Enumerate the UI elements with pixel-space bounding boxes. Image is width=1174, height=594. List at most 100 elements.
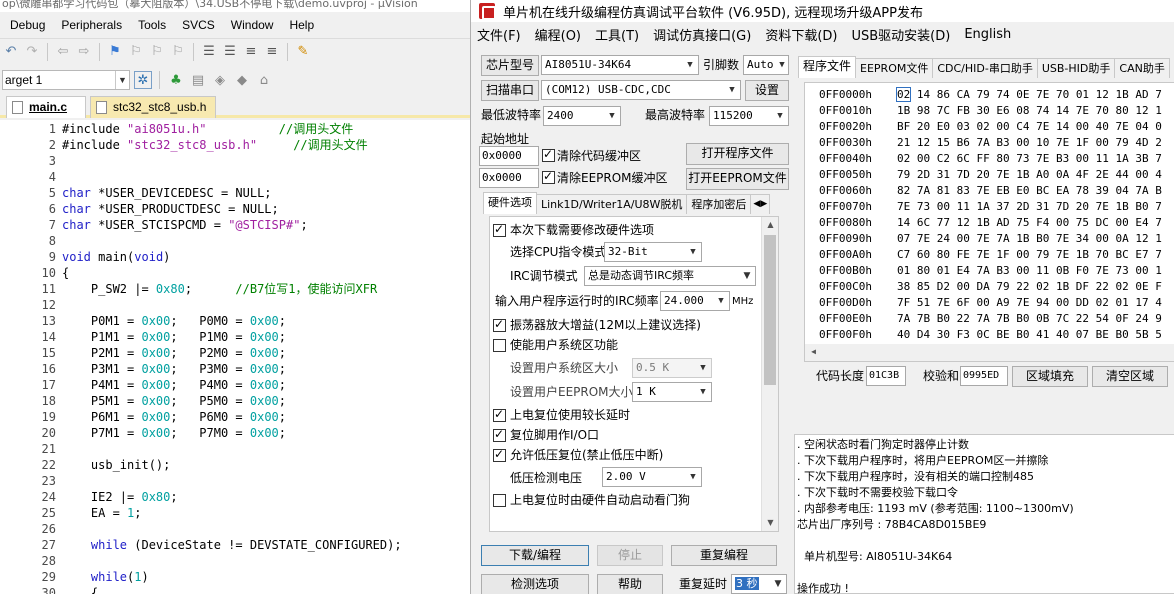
lvd-select[interactable]: 2.00 V ▼ <box>602 467 702 487</box>
chevron-down-icon[interactable]: ▼ <box>685 468 701 486</box>
download-program-button[interactable]: 下载/编程 <box>481 545 589 566</box>
help-button[interactable]: 帮助 <box>597 574 663 594</box>
lvr-checkbox[interactable] <box>493 447 506 462</box>
hex-viewer[interactable]: 0FF0000h 02 14 86 CA 79 74 0E 7E 70 01 12… <box>804 82 1174 362</box>
components-icon[interactable]: ◈ <box>211 71 229 89</box>
menu-window[interactable]: Window <box>223 18 282 32</box>
chevron-down-icon[interactable]: ▼ <box>115 71 129 89</box>
tab-scroll-arrows[interactable]: ◀▶ <box>750 194 771 214</box>
tab-cdc-hid-serial[interactable]: CDC/HID-串口助手 <box>932 58 1038 78</box>
port-settings-button[interactable]: 设置 <box>745 80 789 101</box>
menu-downloads[interactable]: 资料下载(D) <box>758 25 844 44</box>
menu-svcs[interactable]: SVCS <box>174 18 223 32</box>
bookmark-prev-icon[interactable]: ⚐ <box>127 43 145 61</box>
tab-hardware-options[interactable]: 硬件选项 <box>483 192 537 214</box>
tab-offline-writer[interactable]: Link1D/Writer1A/U8W脱机 <box>536 194 688 214</box>
detect-options-button[interactable]: 检测选项 <box>481 574 589 594</box>
menu-tools[interactable]: 工具(T) <box>588 25 646 44</box>
min-baud-select[interactable]: 2400 ▼ <box>543 106 621 126</box>
open-program-file-button[interactable]: 打开程序文件 <box>686 143 789 165</box>
menu-peripherals[interactable]: Peripherals <box>53 18 130 32</box>
stop-button[interactable]: 停止 <box>597 545 663 566</box>
chevron-down-icon[interactable]: ▼ <box>713 292 729 310</box>
chevron-down-icon[interactable]: ▼ <box>604 107 620 125</box>
repeat-delay-select[interactable]: 3 秒 ▼ <box>731 574 787 594</box>
pack-installer-icon[interactable]: ◆ <box>233 71 251 89</box>
scroll-left-icon[interactable]: ◀ <box>805 344 822 360</box>
tab-stc32-header[interactable]: stc32_stc8_usb.h <box>90 96 216 118</box>
osc-gain-checkbox[interactable] <box>493 317 506 332</box>
chevron-down-icon[interactable]: ▼ <box>695 383 711 401</box>
menu-debug[interactable]: Debug <box>0 18 53 32</box>
target-select[interactable]: arget 1 ▼ <box>2 70 130 90</box>
menu-debug-interface[interactable]: 调试仿真接口(G) <box>646 25 758 44</box>
tab-program-file[interactable]: 程序文件 <box>798 56 857 78</box>
code-editor[interactable]: 1 2 3 4 5 6 7 8 9 10 11 12 13 14 15 16 17 18 19 20 21 22 23 24 2… <box>0 120 470 594</box>
chevron-down-icon[interactable]: ▼ <box>739 267 755 285</box>
reset-pin-io-checkbox[interactable] <box>493 427 506 442</box>
hex-hscrollbar[interactable]: ◀ <box>805 344 1174 361</box>
tab-can[interactable]: CAN助手 <box>1114 58 1170 78</box>
manage-project-icon[interactable]: ♣ <box>167 71 185 89</box>
irc-mode-select[interactable]: 总是动态调节IRC频率 ▼ <box>584 266 756 286</box>
chip-model-button[interactable]: 芯片型号 <box>481 55 539 76</box>
open-eeprom-file-button[interactable]: 打开EEPROM文件 <box>686 168 789 190</box>
undo-icon[interactable]: ↶ <box>2 43 20 61</box>
pin-count-select[interactable]: Auto ▼ <box>743 55 789 75</box>
eeprom-size-select[interactable]: 1 K ▼ <box>632 382 712 402</box>
scroll-up-icon[interactable]: ▲ <box>762 217 779 233</box>
menu-file[interactable]: 文件(F) <box>471 25 528 44</box>
eeprom-start-addr-input[interactable]: 0x0000 <box>479 168 539 188</box>
chevron-down-icon[interactable]: ▼ <box>682 56 698 74</box>
sys-area-size-select[interactable]: 0.5 K ▼ <box>632 358 712 378</box>
nav-back-icon[interactable]: ⇦ <box>54 43 72 61</box>
menu-program[interactable]: 编程(O) <box>528 25 588 44</box>
menu-help[interactable]: Help <box>281 18 322 32</box>
tab-eeprom-file[interactable]: EEPROM文件 <box>855 58 934 78</box>
menu-english[interactable]: English <box>957 27 1018 42</box>
scan-port-button[interactable]: 扫描串口 <box>481 80 539 101</box>
port-select[interactable]: (COM12) USB-CDC,CDC ▼ <box>541 80 741 100</box>
uncomment-icon[interactable]: ≡ <box>263 43 281 61</box>
chevron-down-icon[interactable]: ▼ <box>695 359 711 377</box>
target-options-icon[interactable]: ✲ <box>134 71 152 89</box>
redo-icon[interactable]: ↷ <box>23 43 41 61</box>
irc-freq-select[interactable]: 24.000 ▼ <box>660 291 730 311</box>
output-log[interactable]: . 空闲状态时看门狗定时器停止计数 . 下次下载用户程序时，将用户EEPROM区一… <box>794 434 1174 594</box>
bookmark-icon[interactable]: ⚑ <box>106 43 124 61</box>
cpu-mode-select[interactable]: 32-Bit ▼ <box>604 242 702 262</box>
find-in-files-icon[interactable]: ✎ <box>294 43 312 61</box>
clear-code-buffer-checkbox[interactable] <box>542 147 555 162</box>
indent-icon[interactable]: ☰ <box>200 43 218 61</box>
clear-eeprom-buffer-checkbox[interactable] <box>542 169 555 184</box>
options-scrollbar[interactable]: ▲ ▼ <box>761 217 778 531</box>
chevron-down-icon[interactable]: ▼ <box>776 56 788 74</box>
chevron-down-icon[interactable]: ▼ <box>772 107 788 125</box>
nav-forward-icon[interactable]: ⇨ <box>75 43 93 61</box>
tab-main-c[interactable]: main.c <box>6 96 86 118</box>
unindent-icon[interactable]: ☰ <box>221 43 239 61</box>
tab-encrypted-program[interactable]: 程序加密后 <box>686 194 752 214</box>
rte-icon[interactable]: ⌂ <box>255 71 273 89</box>
menu-usb-driver[interactable]: USB驱动安装(D) <box>844 25 957 44</box>
wdt-checkbox[interactable] <box>493 494 506 507</box>
max-baud-select[interactable]: 115200 ▼ <box>709 106 789 126</box>
code-start-addr-input[interactable]: 0x0000 <box>479 146 539 166</box>
scroll-down-icon[interactable]: ▼ <box>762 515 779 531</box>
chip-model-select[interactable]: AI8051U-34K64 ▼ <box>541 55 699 75</box>
fill-area-button[interactable]: 区域填充 <box>1012 366 1088 387</box>
modify-hw-checkbox[interactable] <box>493 222 506 237</box>
tab-usb-hid[interactable]: USB-HID助手 <box>1036 58 1116 78</box>
bookmark-next-icon[interactable]: ⚐ <box>148 43 166 61</box>
comment-icon[interactable]: ≡ <box>242 43 260 61</box>
chevron-down-icon[interactable]: ▼ <box>724 81 740 99</box>
sys-area-checkbox[interactable] <box>493 339 506 352</box>
menu-tools[interactable]: Tools <box>130 18 174 32</box>
chevron-down-icon[interactable]: ▼ <box>685 243 701 261</box>
long-reset-checkbox[interactable] <box>493 407 506 422</box>
chevron-down-icon[interactable]: ▼ <box>770 575 786 593</box>
repeat-program-button[interactable]: 重复编程 <box>671 545 777 566</box>
bookmark-clear-icon[interactable]: ⚐ <box>169 43 187 61</box>
books-icon[interactable]: ▤ <box>189 71 207 89</box>
clear-area-button[interactable]: 清空区域 <box>1092 366 1168 387</box>
